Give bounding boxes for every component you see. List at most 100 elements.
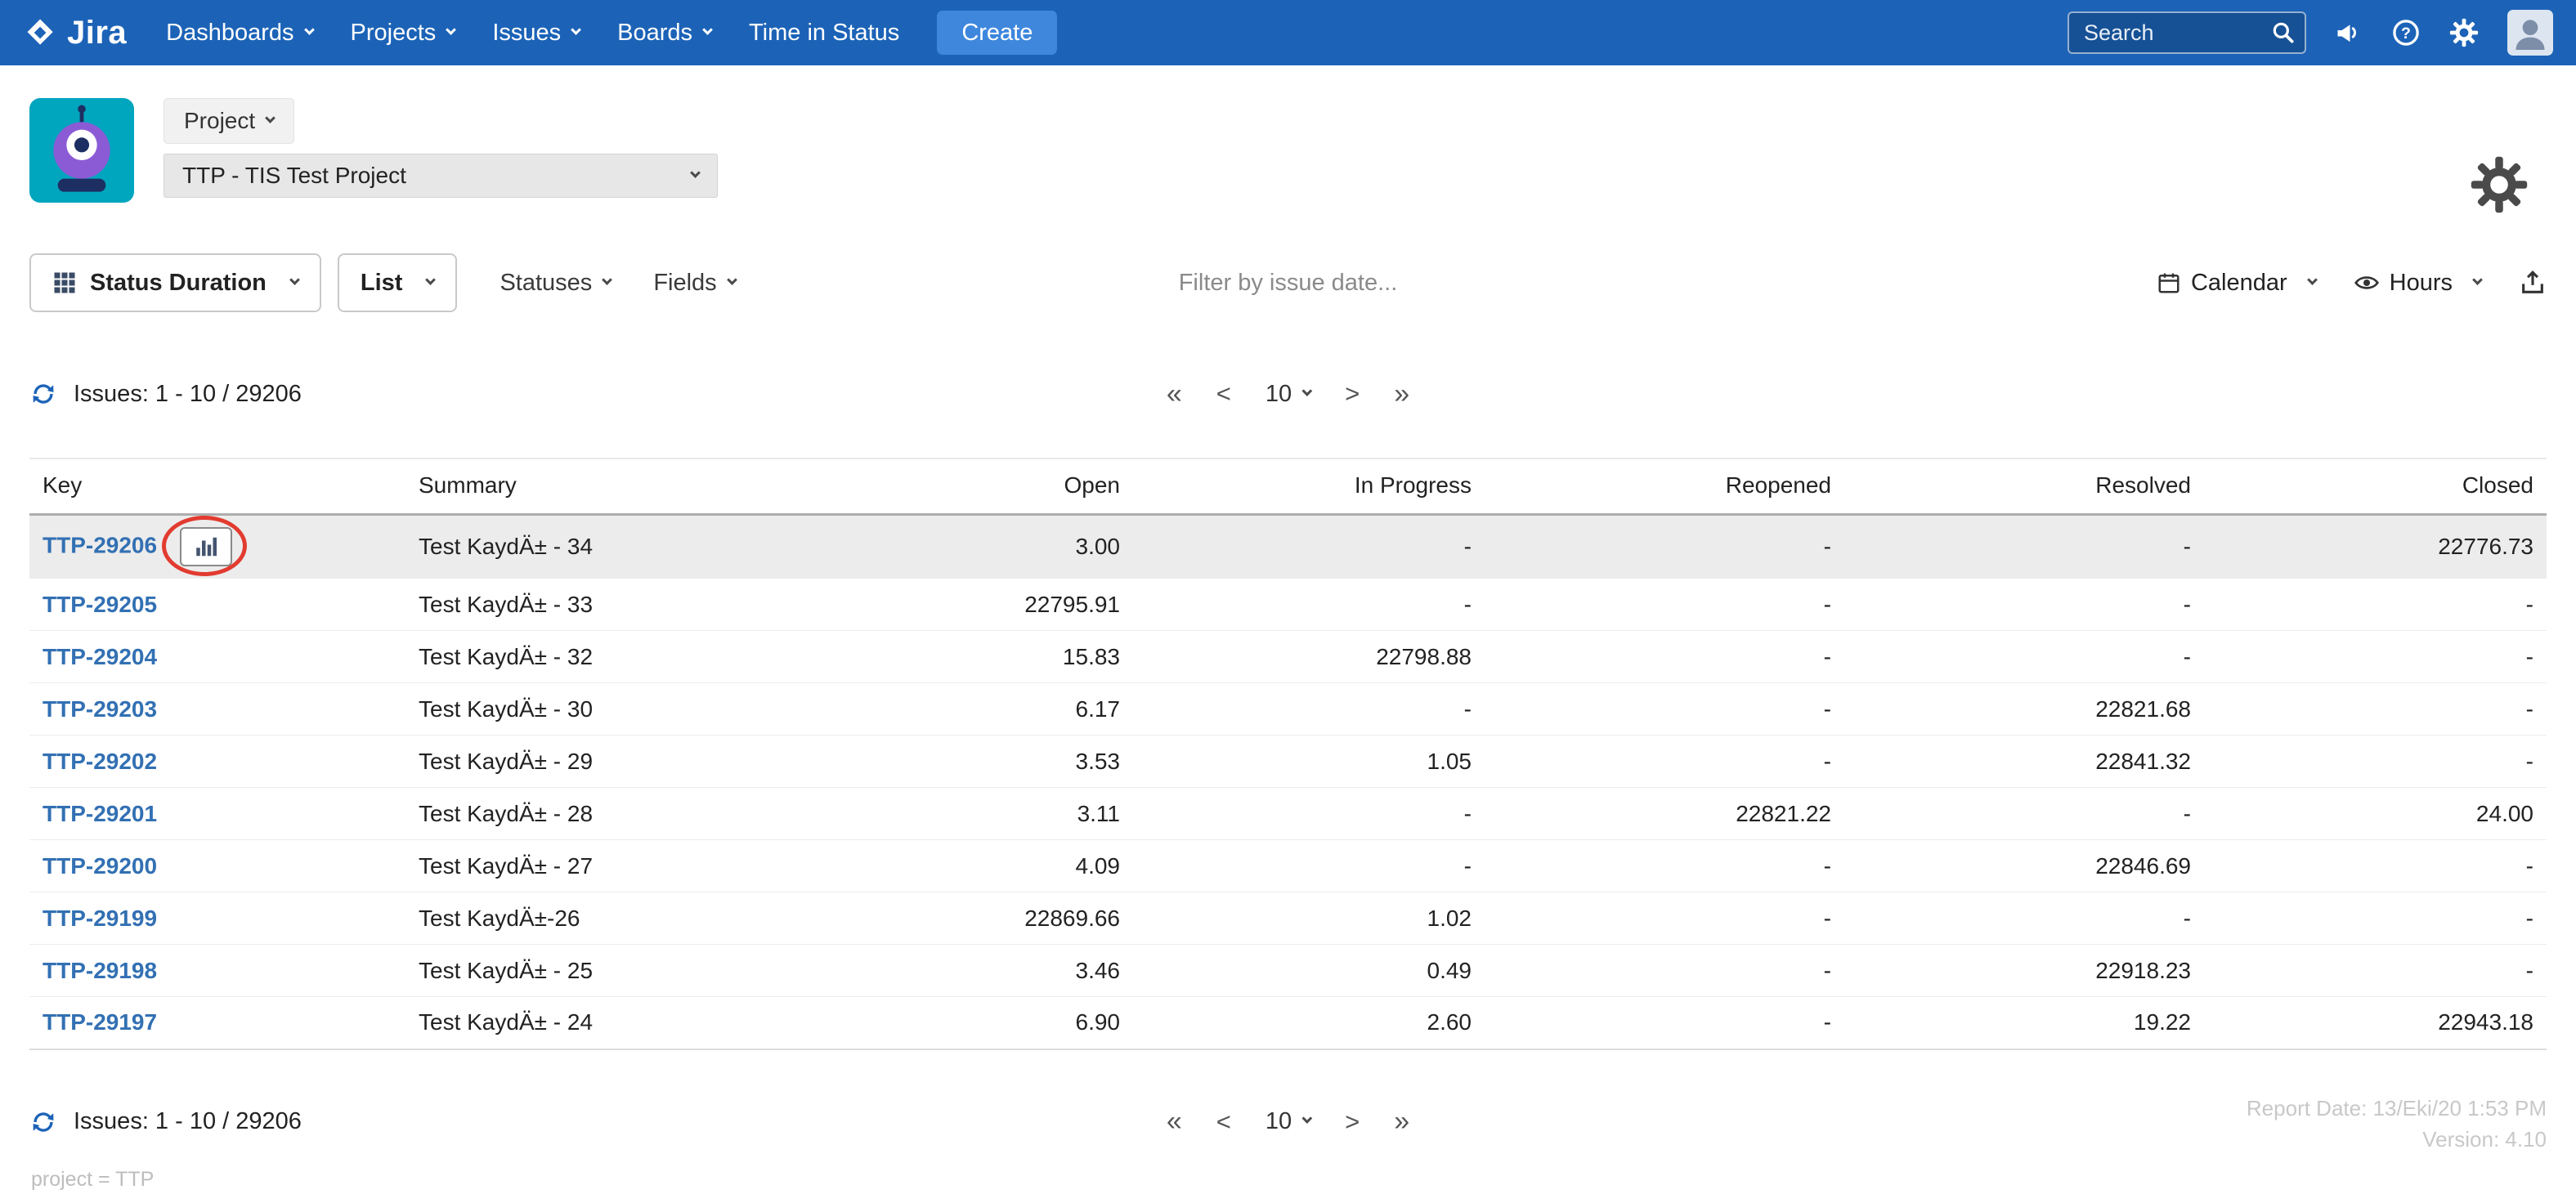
nav-item-label: Issues	[492, 19, 562, 46]
report-settings-gear-icon[interactable]	[2468, 154, 2530, 221]
issue-key-link[interactable]: TTP-29205	[43, 592, 157, 617]
hours-label: Hours	[2389, 269, 2453, 296]
value-resolved: -	[1844, 787, 2204, 840]
key-cell: TTP-29199	[29, 892, 405, 945]
chevron-down-icon	[2472, 274, 2483, 285]
settings-gear-icon[interactable]	[2448, 17, 2480, 48]
page-size-dropdown[interactable]: 10	[1265, 1108, 1312, 1135]
value-open: 3.46	[929, 944, 1133, 997]
nav-item-projects[interactable]: Projects	[351, 20, 457, 47]
issue-key-link[interactable]: TTP-29202	[43, 749, 157, 774]
chevron-down-icon	[289, 274, 300, 285]
refresh-icon[interactable]	[29, 1108, 57, 1136]
last-page-button[interactable]: »	[1394, 378, 1409, 410]
create-button[interactable]: Create	[937, 11, 1058, 55]
help-icon[interactable]: ?	[2391, 18, 2421, 47]
report-type-button[interactable]: Status Duration	[29, 253, 321, 312]
chevron-down-icon	[602, 274, 613, 285]
table-row: TTP-29206 Test KaydÄ± - 34 3.00- - -22776.73	[29, 514, 2547, 579]
export-icon[interactable]	[2519, 269, 2547, 297]
value-open: 22795.91	[929, 578, 1133, 631]
value-open: 6.90	[929, 996, 1133, 1050]
prev-page-button[interactable]: <	[1216, 379, 1231, 409]
project-select-value: TTP - TIS Test Project	[182, 163, 406, 188]
page-size-dropdown[interactable]: 10	[1266, 381, 1312, 408]
statuses-label: Statuses	[500, 269, 593, 296]
page-size-value: 10	[1265, 1108, 1292, 1134]
value-resolved: -	[1844, 630, 2204, 683]
search-icon[interactable]	[2270, 20, 2296, 51]
value-in-progress: -	[1133, 787, 1485, 840]
issue-key-link[interactable]: TTP-29197	[43, 1009, 157, 1035]
report-type-label: Status Duration	[90, 269, 267, 296]
project-select-dropdown[interactable]: TTP - TIS Test Project	[164, 154, 718, 198]
filter-by-date-input[interactable]: Filter by issue date...	[1179, 270, 1398, 297]
issue-key-link[interactable]: TTP-29204	[43, 644, 157, 669]
chevron-down-icon	[702, 24, 713, 35]
search-box	[2068, 11, 2306, 54]
issues-table-body: TTP-29206 Test KaydÄ± - 34 3.00- - -22776.73…	[29, 514, 2547, 1050]
nav-item-boards[interactable]: Boards	[617, 20, 713, 47]
fields-dropdown[interactable]: Fields	[653, 270, 737, 297]
value-reopened: -	[1485, 944, 1844, 997]
issue-key-link[interactable]: TTP-29201	[43, 801, 157, 826]
project-header: Project TTP - TIS Test Project	[0, 65, 2576, 213]
calendar-dropdown[interactable]: Calendar	[2157, 270, 2318, 297]
last-page-button[interactable]: »	[1394, 1106, 1409, 1138]
issue-key-link[interactable]: TTP-29198	[43, 958, 157, 983]
value-open: 15.83	[929, 630, 1133, 683]
value-open: 3.00	[929, 514, 1133, 579]
feedback-megaphone-icon[interactable]	[2334, 18, 2363, 47]
refresh-icon[interactable]	[29, 380, 57, 408]
bar-chart-icon-button[interactable]	[180, 527, 233, 566]
issue-key-link[interactable]: TTP-29206	[43, 532, 157, 557]
nav-item-time-in-status[interactable]: Time in Status	[749, 20, 899, 47]
nav-item-dashboards[interactable]: Dashboards	[166, 20, 315, 47]
next-page-button[interactable]: >	[1345, 379, 1360, 409]
value-closed: -	[2204, 682, 2547, 736]
hours-dropdown[interactable]: Hours	[2354, 269, 2483, 297]
value-reopened: -	[1485, 839, 1844, 892]
issue-summary: Test KaydÄ± - 30	[405, 682, 929, 736]
jql-query-text: project = TTP	[31, 1167, 155, 1191]
first-page-button[interactable]: «	[1167, 378, 1182, 410]
chevron-down-icon	[446, 24, 457, 35]
chevron-down-icon	[690, 167, 701, 178]
value-open: 3.11	[929, 787, 1133, 840]
value-open: 3.53	[929, 735, 1133, 788]
value-open: 22869.66	[929, 892, 1133, 945]
key-cell: TTP-29203	[29, 682, 405, 736]
value-resolved: 22821.68	[1844, 682, 2204, 736]
value-resolved: -	[1844, 514, 2204, 579]
chart-button-wrap	[162, 516, 248, 576]
prev-page-button[interactable]: <	[1216, 1107, 1231, 1137]
nav-item-label: Time in Status	[749, 19, 900, 46]
value-in-progress: -	[1133, 514, 1485, 579]
issue-key-link[interactable]: TTP-29200	[43, 853, 157, 879]
nav-right-cluster: ?	[2068, 10, 2553, 56]
statuses-dropdown[interactable]: Statuses	[500, 269, 613, 297]
table-row: TTP-29199 Test KaydÄ±-26 22869.66 1.02- - -	[29, 892, 2547, 945]
issue-key-link[interactable]: TTP-29199	[43, 906, 157, 931]
issue-summary: Test KaydÄ± - 33	[405, 578, 929, 631]
value-resolved: 22918.23	[1844, 944, 2204, 997]
value-closed: -	[2204, 944, 2547, 997]
first-page-button[interactable]: «	[1167, 1106, 1182, 1138]
chevron-down-icon	[1301, 385, 1312, 396]
view-mode-button[interactable]: List	[337, 253, 458, 312]
user-avatar[interactable]	[2507, 10, 2553, 56]
jira-logo[interactable]: Jira	[23, 15, 127, 51]
key-cell: TTP-29205	[29, 578, 405, 631]
jira-mark-icon	[27, 19, 53, 45]
table-header-row: Key Summary Open In Progress Reopened Resolve…	[29, 458, 2547, 516]
next-page-button[interactable]: >	[1345, 1107, 1360, 1137]
key-cell: TTP-29200	[29, 839, 405, 892]
pagination-top: « < 10 > »	[1167, 378, 1409, 410]
key-cell: TTP-29201	[29, 787, 405, 840]
report-toolbar: Status Duration List Statuses Fields Fil…	[0, 253, 2576, 312]
project-selector-group: Project TTP - TIS Test Project	[164, 98, 718, 203]
nav-item-issues[interactable]: Issues	[492, 19, 582, 47]
issue-key-link[interactable]: TTP-29203	[43, 696, 157, 722]
value-reopened: -	[1485, 630, 1844, 683]
project-chip-button[interactable]: Project	[164, 98, 295, 144]
